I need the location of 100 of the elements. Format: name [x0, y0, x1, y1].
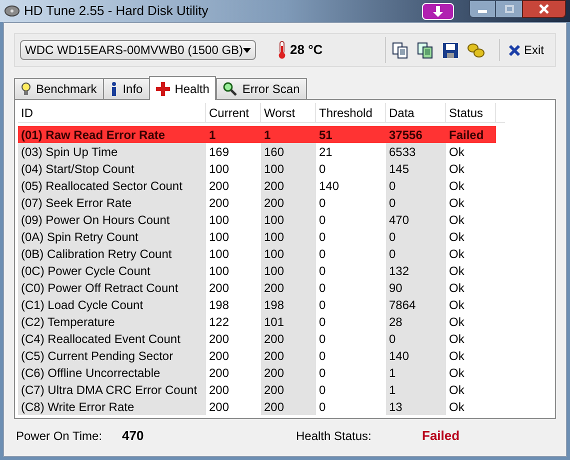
download-button[interactable]	[422, 3, 454, 20]
table-cell: 1	[386, 364, 446, 381]
table-cell: 100	[261, 211, 316, 228]
copy-icon[interactable]	[416, 42, 434, 58]
table-row[interactable]: (C2) Temperature 122 101 0 28 Ok	[18, 313, 505, 330]
table-row[interactable]: (C0) Power Off Retract Count 200 200 0 90 Ok	[18, 279, 505, 296]
table-row[interactable]: (C7) Ultra DMA CRC Error Count 200 200 0 1 Ok	[18, 381, 505, 398]
table-cell: 0	[386, 177, 446, 194]
table-cell: 200	[261, 330, 316, 347]
column-header[interactable]: Status	[446, 103, 496, 122]
table-cell: 0	[386, 330, 446, 347]
table-cell-text: 0	[318, 228, 327, 245]
table-cell: 200	[261, 177, 316, 194]
table-row[interactable]: (C4) Reallocated Event Count 200 200 0 0 Ok	[18, 330, 505, 347]
table-row[interactable]: (C5) Current Pending Sector 200 200 0 140 Ok	[18, 347, 505, 364]
table-cell: 28	[386, 313, 446, 330]
lightbulb-icon	[21, 82, 31, 96]
table-cell-text: 0	[318, 296, 327, 313]
table-cell: 0	[386, 194, 446, 211]
column-header[interactable]: Data	[386, 103, 446, 122]
table-cell-text: 200	[208, 330, 230, 347]
save-icon[interactable]	[442, 42, 459, 58]
table-cell: 101	[261, 313, 316, 330]
table-cell-text: 1	[208, 126, 217, 143]
copy-icon[interactable]	[392, 42, 409, 58]
table-cell-text: 0	[318, 348, 327, 364]
table-row[interactable]: (0C) Power Cycle Count 100 100 0 132 Ok	[18, 262, 505, 279]
table-cell-text: 200	[208, 348, 230, 364]
table-cell-text: Ok	[448, 382, 466, 398]
table-row[interactable]: (0B) Calibration Retry Count 100 100 0 0 Ok	[18, 245, 505, 262]
info-icon	[110, 82, 118, 96]
table-cell: (C4) Reallocated Event Count	[18, 330, 206, 347]
column-header[interactable]: ID	[18, 103, 206, 122]
maximize-button[interactable]	[496, 0, 522, 18]
tab[interactable]: Error Scan	[216, 78, 307, 99]
drive-dropdown[interactable]: WDC WD15EARS-00MVWB0 (1500 GB)	[20, 40, 256, 60]
thermometer-icon	[278, 41, 286, 59]
temperature-reading: 28 °C	[290, 41, 323, 60]
table-cell-text: Ok	[448, 262, 466, 279]
column-header[interactable]: Threshold	[316, 103, 386, 122]
table-cell: 200	[261, 194, 316, 211]
exit-button[interactable]: Exit	[508, 41, 544, 59]
table-cell-text: 0	[318, 314, 327, 330]
table-cell: (C7) Ultra DMA CRC Error Count	[18, 381, 206, 398]
close-icon	[508, 44, 521, 56]
table-cell: 6533	[386, 143, 446, 160]
minimize-button[interactable]	[469, 0, 496, 18]
table-cell-text: Ok	[448, 144, 466, 160]
tab[interactable]: Health	[148, 76, 216, 100]
table-cell-text: 200	[208, 398, 230, 415]
table-cell: 100	[261, 245, 316, 262]
table-cell-text: Ok	[448, 296, 466, 313]
table-cell-text: 0	[318, 194, 327, 211]
table-row[interactable]: (C6) Offline Uncorrectable 200 200 0 1 Ok	[18, 364, 505, 381]
coins-icon[interactable]	[466, 42, 485, 58]
table-cell-text: Ok	[448, 178, 466, 194]
table-cell-text: 122	[208, 314, 230, 330]
disk-icon	[4, 4, 20, 18]
tab[interactable]: Benchmark	[14, 78, 104, 99]
table-row[interactable]: (03) Spin Up Time 169 160 21 6533 Ok	[18, 143, 505, 160]
table-cell: (C8) Write Error Rate	[18, 398, 206, 415]
table-cell: (03) Spin Up Time	[18, 143, 206, 160]
window-title: HD Tune 2.55 - Hard Disk Utility	[24, 2, 208, 20]
table-row[interactable]: (0A) Spin Retry Count 100 100 0 0 Ok	[18, 228, 505, 245]
table-cell-text: 0	[318, 398, 327, 415]
column-header[interactable]: Current	[206, 103, 261, 122]
column-header[interactable]: Worst	[261, 103, 316, 122]
table-cell: (C5) Current Pending Sector	[18, 347, 206, 364]
table-row[interactable]: (05) Reallocated Sector Count 200 200 140 0 Ok	[18, 177, 505, 194]
table-cell: 100	[261, 262, 316, 279]
table-cell: (05) Reallocated Sector Count	[18, 177, 206, 194]
table-row[interactable]: (C8) Write Error Rate 200 200 0 13 Ok	[18, 398, 505, 415]
table-cell: 200	[261, 398, 316, 415]
table-row[interactable]: (07) Seek Error Rate 200 200 0 0 Ok	[18, 194, 505, 211]
table-cell: 100	[261, 160, 316, 177]
table-cell: 200	[261, 279, 316, 296]
table-cell-text: Failed	[448, 126, 485, 143]
table-row[interactable]: (C1) Load Cycle Count 198 198 0 7864 Ok	[18, 296, 505, 313]
table-cell: 200	[261, 381, 316, 398]
table-cell: 200	[261, 347, 316, 364]
table-cell-text: 100	[208, 160, 230, 177]
close-button[interactable]	[522, 0, 566, 18]
table-cell-text: Ok	[448, 330, 466, 347]
health-status-value: Failed	[422, 427, 460, 446]
table-cell-text: Ok	[448, 194, 466, 211]
table-cell-text: Ok	[448, 160, 466, 177]
table-cell-text: 0	[318, 262, 327, 279]
table-cell-text: Ok	[448, 348, 466, 364]
magnifier-icon	[223, 82, 238, 96]
table-cell-text: 21	[318, 144, 334, 160]
table-cell-text: Ok	[448, 314, 466, 330]
failed-row-highlight[interactable]: (01) Raw Read Error Rate 1 1 51 37556 Failed	[18, 126, 496, 143]
table-cell-text: Ok	[448, 212, 466, 228]
table-cell: (0A) Spin Retry Count	[18, 228, 206, 245]
table-cell-text: 1	[263, 126, 272, 143]
table-row[interactable]: (04) Start/Stop Count 100 100 0 145 Ok	[18, 160, 505, 177]
arrow-down-icon	[432, 6, 444, 18]
table-row[interactable]: (09) Power On Hours Count 100 100 0 470 Ok	[18, 211, 505, 228]
table-cell-text: 200	[208, 364, 230, 381]
tab[interactable]: Info	[102, 78, 150, 99]
